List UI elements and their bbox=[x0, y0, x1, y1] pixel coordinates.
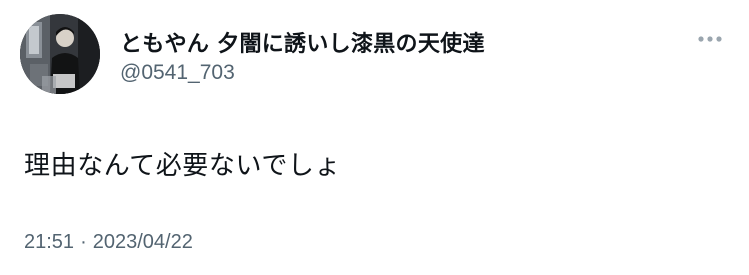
tweet-timestamp[interactable]: 21:51 · 2023/04/22 bbox=[24, 231, 193, 254]
timestamp-separator: · bbox=[80, 231, 87, 253]
tweet-text: 理由なんて必要ないでしょ bbox=[24, 151, 342, 181]
more-options-icon[interactable] bbox=[697, 34, 723, 44]
user-avatar-photo-icon bbox=[20, 14, 100, 94]
tweet-date: 2023/04/22 bbox=[92, 231, 193, 253]
author-display-name[interactable]: ともやん 夕闇に誘いし漆黒の天使達 bbox=[120, 26, 485, 58]
author-handle[interactable]: @0541_703 bbox=[120, 61, 235, 85]
avatar[interactable] bbox=[20, 14, 100, 94]
tweet-time: 21:51 bbox=[24, 231, 75, 253]
tweet-card: ともやん 夕闇に誘いし漆黒の天使達 @0541_703 理由なんて必要ないでしょ… bbox=[0, 0, 749, 275]
